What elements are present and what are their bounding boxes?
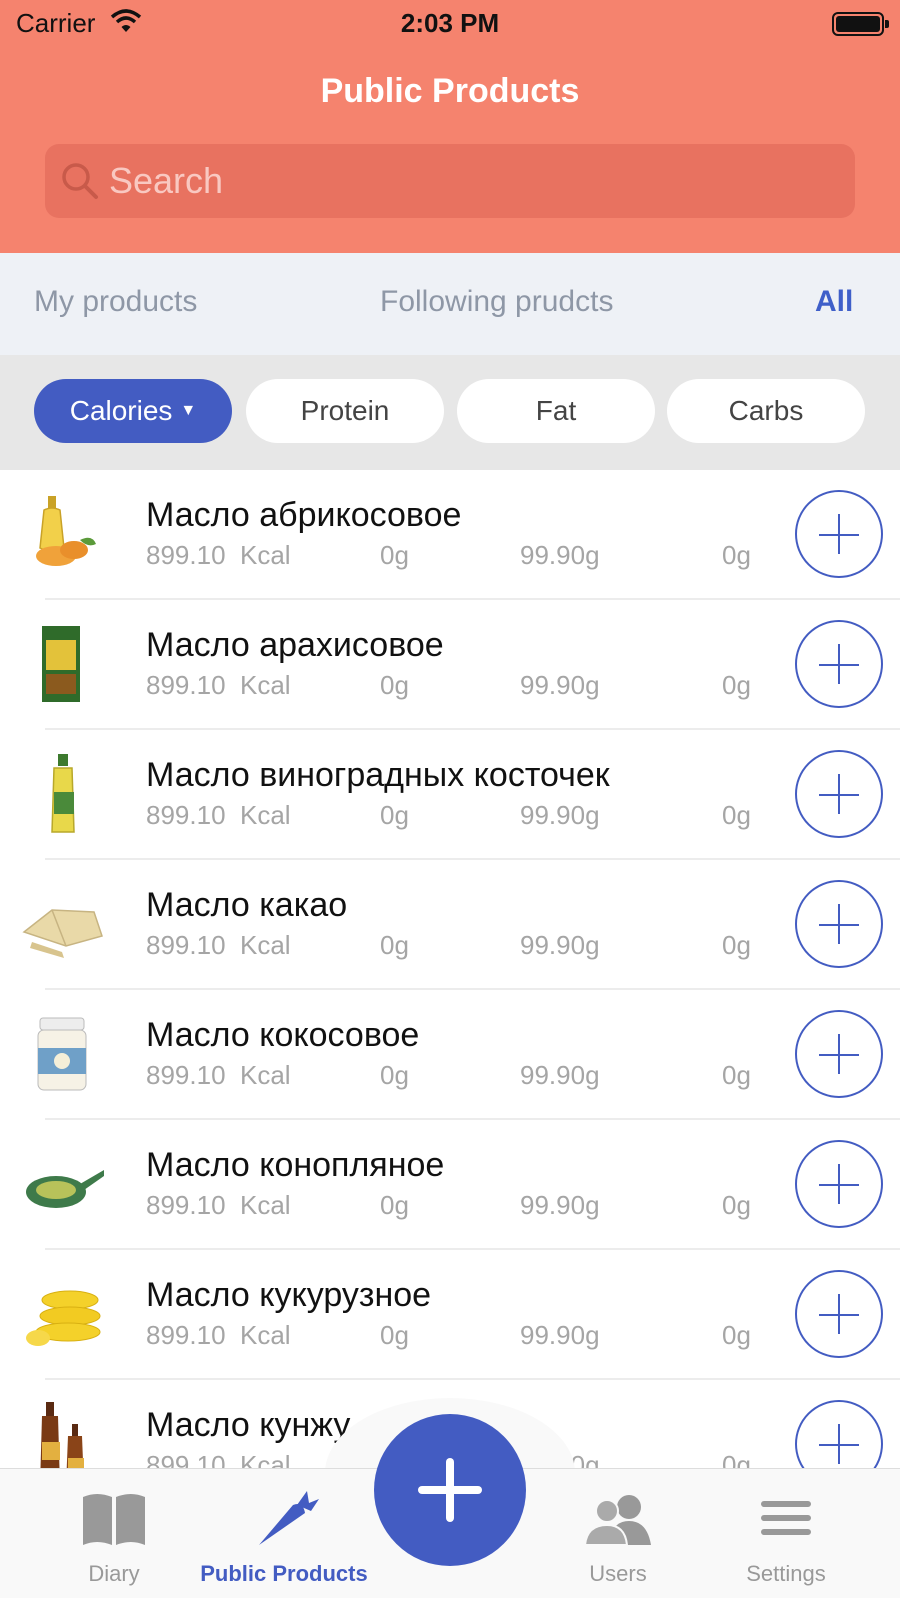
product-fat: 99.90g bbox=[520, 1190, 600, 1220]
add-product-button[interactable] bbox=[795, 1400, 883, 1468]
product-protein: 0g bbox=[380, 540, 409, 570]
product-carbs: 0g bbox=[722, 670, 751, 700]
product-fat: 99.90g bbox=[520, 1320, 600, 1350]
list-item[interactable]: Масло арахисовое 899.10 Kcal 0g 99.90g 0… bbox=[0, 600, 900, 730]
add-product-button[interactable] bbox=[795, 1140, 883, 1228]
list-item[interactable]: Масло кукурузное 899.10 Kcal 0g 99.90g 0… bbox=[0, 1250, 900, 1380]
tab-public-products-label: Public Products bbox=[200, 1561, 368, 1586]
product-name: Масло кукурузное bbox=[146, 1276, 432, 1314]
tab-diary-label: Diary bbox=[88, 1561, 140, 1586]
product-carbs: 0g bbox=[722, 1060, 751, 1090]
product-carbs: 0g bbox=[722, 800, 751, 830]
apricot-oil-icon bbox=[36, 496, 96, 566]
product-protein: 0g bbox=[380, 800, 409, 830]
add-product-button[interactable] bbox=[795, 750, 883, 838]
product-calories: 899.10 Kcal bbox=[146, 1450, 291, 1468]
tab-diary[interactable]: Diary bbox=[24, 1469, 204, 1598]
product-fat: 99.90g bbox=[520, 1060, 600, 1090]
segment-all[interactable]: All bbox=[815, 285, 853, 319]
product-protein: 0g bbox=[380, 1320, 409, 1350]
product-calories: 899.10 Kcal bbox=[146, 930, 291, 960]
product-name: Масло кокосовое bbox=[146, 1016, 420, 1054]
product-carbs: 0g bbox=[722, 1190, 751, 1220]
tab-users[interactable]: Users bbox=[528, 1469, 708, 1598]
add-product-button[interactable] bbox=[795, 490, 883, 578]
product-fat: 99.90g bbox=[520, 540, 600, 570]
search-icon bbox=[62, 163, 98, 199]
list-item[interactable]: Масло какао 899.10 Kcal 0g 99.90g 0g bbox=[0, 860, 900, 990]
product-calories: 899.10 Kcal bbox=[146, 670, 291, 700]
battery-icon bbox=[832, 12, 889, 36]
carrot-icon bbox=[259, 1491, 319, 1545]
segment-my-products[interactable]: My products bbox=[34, 285, 197, 319]
product-name: Масло виноградных косточек bbox=[146, 756, 610, 794]
cocoa-butter-icon bbox=[22, 909, 103, 958]
add-product-button[interactable] bbox=[795, 1270, 883, 1358]
segment-following-products[interactable]: Following prudcts bbox=[380, 285, 613, 319]
nav-header: Carrier 2:03 PM Public Products bbox=[0, 0, 900, 253]
add-product-button[interactable] bbox=[795, 880, 883, 968]
list-item[interactable]: Масло виноградных косточек 899.10 Kcal 0… bbox=[0, 730, 900, 860]
product-calories: 899.10 Kcal bbox=[146, 1190, 291, 1220]
add-product-button[interactable] bbox=[795, 1010, 883, 1098]
search-input[interactable] bbox=[109, 144, 839, 218]
book-icon bbox=[83, 1494, 145, 1545]
filter-carbs[interactable]: Carbs bbox=[667, 379, 865, 443]
product-name: Масло кунжу bbox=[146, 1406, 351, 1444]
product-carbs: 0g bbox=[722, 1320, 751, 1350]
product-carbs: 0g bbox=[722, 930, 751, 960]
list-item[interactable]: Масло конопляное 899.10 Kcal 0g 99.90g 0… bbox=[0, 1120, 900, 1250]
tab-settings-label: Settings bbox=[746, 1561, 826, 1586]
filter-carbs-label: Carbs bbox=[728, 395, 804, 426]
segment-control: My products Following prudcts All bbox=[0, 253, 900, 355]
filter-protein-label: Protein bbox=[300, 395, 390, 426]
menu-icon bbox=[761, 1501, 811, 1535]
product-name: Масло конопляное bbox=[146, 1146, 445, 1184]
corn-oil-icon bbox=[26, 1290, 101, 1346]
filter-fat-label: Fat bbox=[535, 395, 577, 426]
list-item[interactable]: Масло абрикосовое 899.10 Kcal 0g 99.90g … bbox=[0, 470, 900, 600]
sort-caret-icon: ▼ bbox=[180, 402, 197, 419]
product-protein: 0g bbox=[380, 670, 409, 700]
product-carbs: 0g bbox=[722, 1450, 751, 1468]
grapeseed-oil-bottle-icon bbox=[51, 754, 75, 833]
product-calories: 899.10 Kcal bbox=[146, 800, 291, 830]
filter-calories[interactable]: Calories ▼ bbox=[34, 379, 232, 443]
filter-calories-label: Calories bbox=[69, 395, 173, 426]
product-protein: 0g bbox=[380, 1190, 409, 1220]
product-fat: 99.90g bbox=[520, 800, 600, 830]
product-name: Масло абрикосовое bbox=[146, 496, 462, 534]
tab-settings[interactable]: Settings bbox=[696, 1469, 876, 1598]
filter-protein[interactable]: Protein bbox=[246, 379, 444, 443]
sort-filter-bar: Calories ▼ Protein Fat Carbs bbox=[0, 355, 900, 470]
status-bar: Carrier 2:03 PM bbox=[0, 0, 900, 50]
search-bar[interactable] bbox=[45, 144, 855, 218]
product-name: Масло арахисовое bbox=[146, 626, 444, 664]
filter-fat[interactable]: Fat bbox=[457, 379, 655, 443]
product-list: Масло абрикосовое 899.10 Kcal 0g 99.90g … bbox=[0, 470, 900, 1468]
product-calories: 899.10 Kcal bbox=[146, 540, 291, 570]
product-protein: 0g bbox=[380, 930, 409, 960]
product-fat: 99.90g bbox=[520, 670, 600, 700]
product-name: Масло какао bbox=[146, 886, 348, 924]
page-title: Public Products bbox=[320, 72, 580, 110]
tab-users-label: Users bbox=[589, 1561, 647, 1586]
product-calories: 899.10 Kcal bbox=[146, 1060, 291, 1090]
peanut-oil-box-icon bbox=[42, 626, 80, 702]
list-item[interactable]: Масло кокосовое 899.10 Kcal 0g 99.90g 0g bbox=[0, 990, 900, 1120]
product-fat: 99.90g bbox=[520, 930, 600, 960]
coconut-oil-jar-icon bbox=[37, 1017, 87, 1091]
product-calories: 899.10 Kcal bbox=[146, 1320, 291, 1350]
add-product-button[interactable] bbox=[795, 620, 883, 708]
status-time: 2:03 PM bbox=[400, 8, 500, 38]
tab-public-products[interactable]: Public Products bbox=[194, 1469, 374, 1598]
users-icon bbox=[583, 1495, 651, 1546]
hemp-oil-spoon-icon bbox=[26, 1170, 104, 1208]
product-carbs: 0g bbox=[722, 540, 751, 570]
add-entry-button[interactable] bbox=[374, 1414, 526, 1566]
sesame-oil-bottles-icon bbox=[40, 1402, 84, 1468]
product-protein: 0g bbox=[380, 1060, 409, 1090]
